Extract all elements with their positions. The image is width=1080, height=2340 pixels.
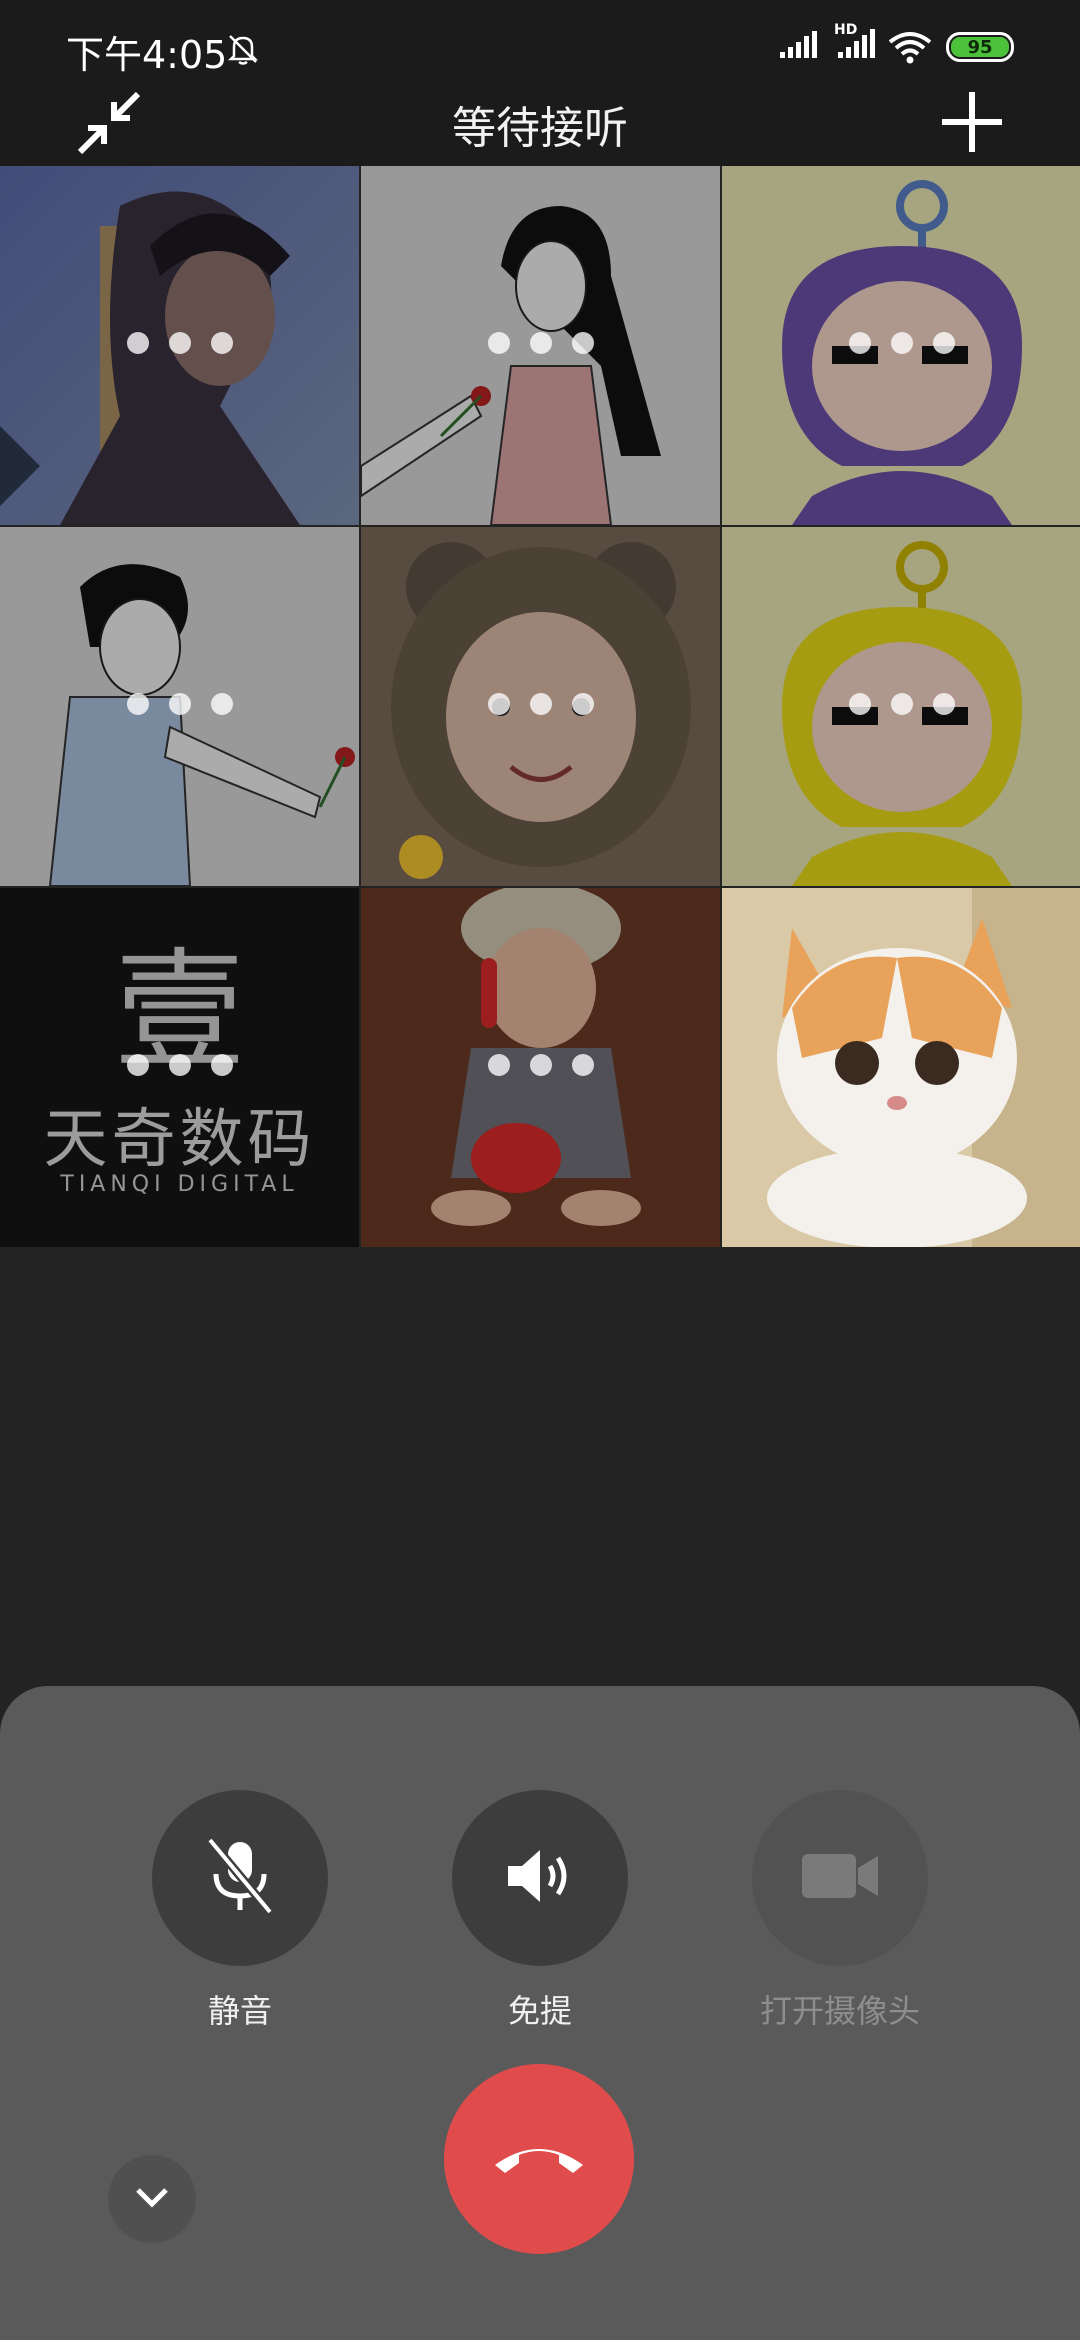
connecting-dots (0, 332, 359, 356)
connecting-dots (361, 332, 720, 356)
call-control-panel: 静音 免提 打开摄像头 (0, 1686, 1080, 2340)
participant-tile[interactable] (722, 166, 1080, 525)
mic-off-icon (204, 1836, 276, 1920)
connecting-dots (0, 1054, 359, 1078)
participant-tile[interactable] (0, 527, 359, 886)
speaker-button[interactable] (452, 1790, 628, 1966)
connecting-dots (722, 332, 1080, 356)
page-title: 等待接听 (452, 103, 628, 154)
connecting-dots (0, 693, 359, 717)
call-header: 等待接听 (0, 80, 1080, 166)
mute-label: 静音 (207, 1992, 272, 2030)
speaker-control: 免提 (452, 1790, 628, 2032)
call-screen: 下午4:05 HD 95 等待接听 壹 天奇数码 TIANQI DIGITAL … (0, 0, 1080, 2340)
battery-icon: 95 (946, 32, 1014, 62)
bell-off-icon (226, 32, 260, 70)
cell-signal-icon (778, 30, 818, 64)
phone-hangup-icon (489, 2137, 589, 2181)
participant-tile[interactable] (361, 888, 720, 1247)
participant-grid: 壹 天奇数码 TIANQI DIGITAL (0, 166, 1080, 1247)
chevron-down-icon (134, 2186, 170, 2212)
participant-tile[interactable] (722, 527, 1080, 886)
camera-label: 打开摄像头 (759, 1992, 920, 2030)
connecting-dots (361, 1054, 720, 1078)
participant-tile[interactable] (361, 166, 720, 525)
connecting-dots (361, 693, 720, 717)
status-time: 下午4:05 (66, 33, 228, 77)
participant-tile[interactable] (0, 166, 359, 525)
connecting-dots (722, 693, 1080, 717)
mute-control: 静音 (152, 1790, 328, 2032)
cat-avatar (722, 888, 1080, 1247)
video-camera-icon (800, 1850, 880, 1906)
battery-level: 95 (951, 37, 1009, 58)
hang-up-button[interactable] (444, 2064, 634, 2254)
camera-control: 打开摄像头 (752, 1790, 928, 2032)
camera-button[interactable] (752, 1790, 928, 1966)
speaker-icon (504, 1844, 576, 1912)
wifi-icon (888, 30, 932, 68)
mute-button[interactable] (152, 1790, 328, 1966)
plus-icon[interactable] (940, 90, 1004, 158)
participant-tile[interactable] (361, 527, 720, 886)
speaker-label: 免提 (507, 1992, 572, 2030)
participant-tile[interactable]: 壹 天奇数码 TIANQI DIGITAL (0, 888, 359, 1247)
participant-tile[interactable] (722, 888, 1080, 1247)
collapse-button[interactable] (108, 2155, 196, 2243)
cell-signal-hd-icon (834, 26, 876, 64)
